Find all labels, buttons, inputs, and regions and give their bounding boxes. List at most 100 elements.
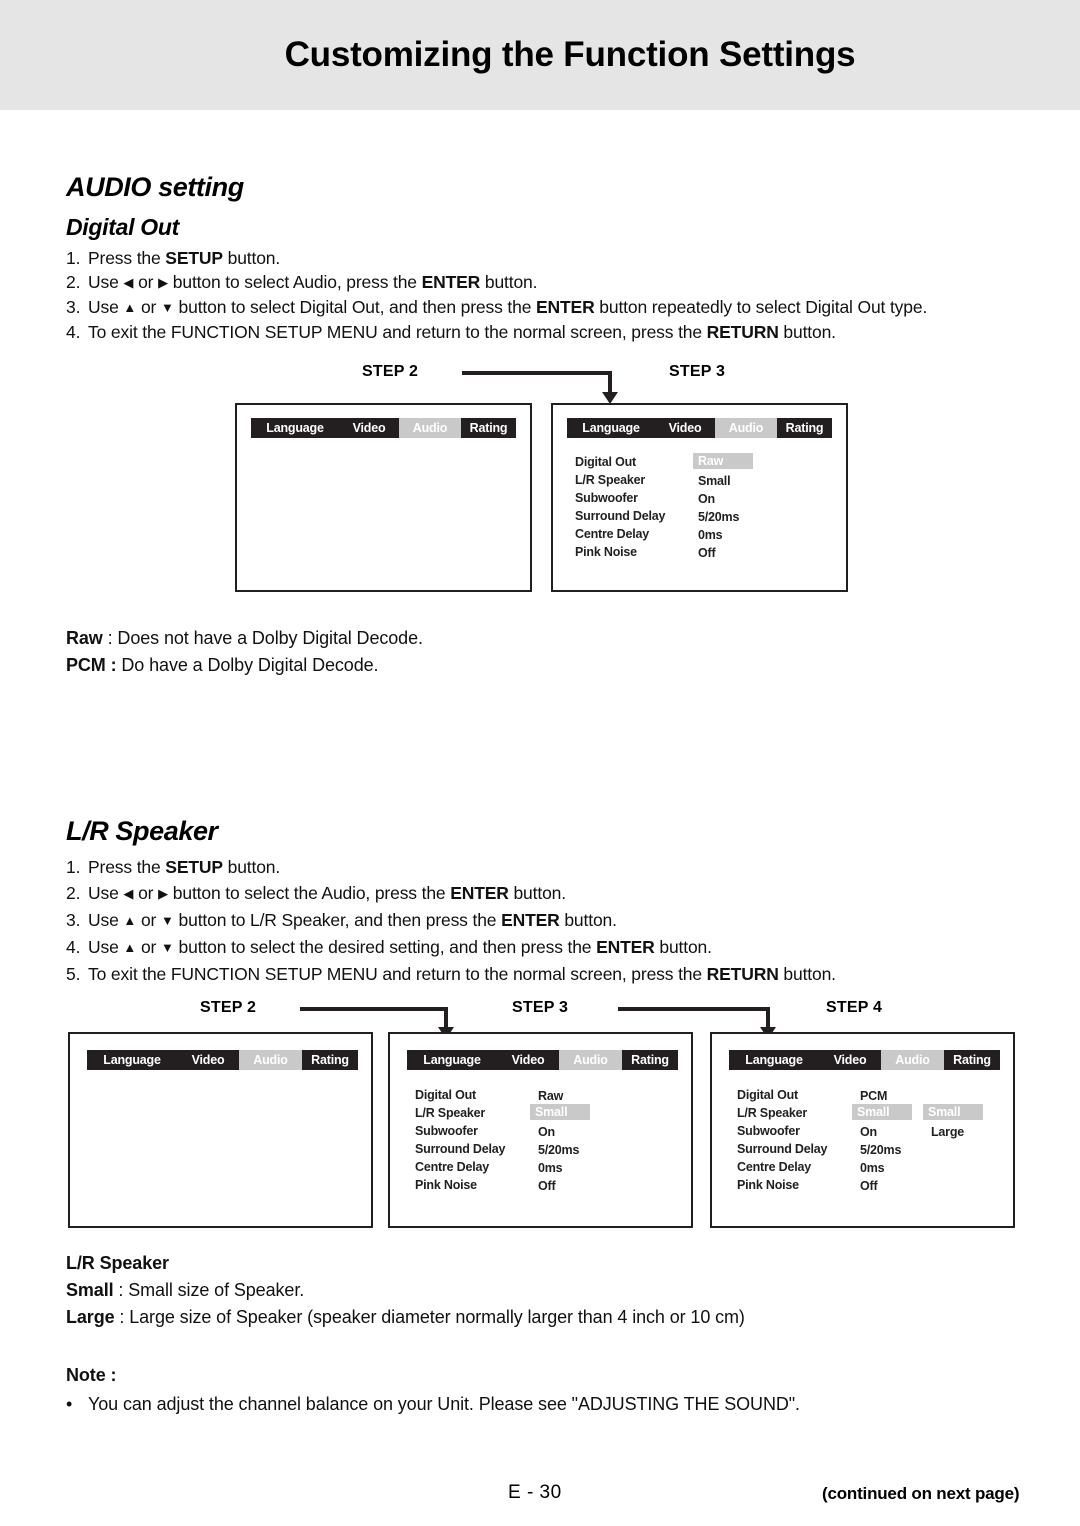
step-line: 3. Use ▲ or ▼ button to L/R Speaker, and … (66, 907, 1046, 934)
definition-separator: : (113, 1280, 129, 1300)
osd-setting-row[interactable]: Surround Delay 5/20ms (737, 1142, 1007, 1160)
step-text: Use (88, 883, 124, 903)
osd-tab-video[interactable]: Video (339, 418, 399, 438)
osd-setting-value[interactable]: Off (855, 1178, 883, 1194)
osd-setting-row[interactable]: Pink Noise Off (415, 1178, 680, 1196)
osd-setting-value-option[interactable]: Small (923, 1104, 983, 1120)
step-line: 1. Press the SETUP button. (66, 854, 1046, 880)
osd-setting-row[interactable]: L/R Speaker Small (415, 1104, 680, 1124)
definition-text: Large size of Speaker (speaker diameter … (129, 1307, 745, 1327)
osd-setting-row[interactable]: Centre Delay 0ms (415, 1160, 680, 1178)
osd-setting-value[interactable]: 5/20ms (533, 1142, 585, 1158)
step-number: 4. (66, 937, 81, 957)
osd-tab-audio[interactable]: Audio (239, 1050, 302, 1070)
step-text-or: or (133, 883, 159, 903)
osd-tab-audio[interactable]: Audio (399, 418, 461, 438)
osd-setting-row[interactable]: Digital Out Raw (575, 453, 835, 473)
osd-setting-value-option[interactable]: Large (926, 1124, 970, 1140)
lr-speaker-definitions: L/R Speaker Small : Small size of Speake… (66, 1250, 745, 1331)
lr-speaker-step-list: 1. Press the SETUP button. 2. Use ◀ or ▶ b… (66, 854, 1046, 987)
osd-setting-row[interactable]: Subwoofer On (415, 1124, 680, 1142)
step-number: 4. (66, 322, 81, 342)
osd-setting-row[interactable]: Surround Delay 5/20ms (575, 509, 835, 527)
osd-setting-value[interactable]: 0ms (693, 527, 728, 543)
osd-tab-video[interactable]: Video (819, 1050, 881, 1070)
osd-setting-label: Surround Delay (575, 509, 666, 523)
osd-tab-language[interactable]: Language (729, 1050, 819, 1070)
step-text: To exit the FUNCTION SETUP MENU and retu… (88, 322, 707, 342)
osd-tab-rating[interactable]: Rating (622, 1050, 678, 1070)
definition-term: Small (66, 1280, 114, 1300)
osd-tab-language[interactable]: Language (407, 1050, 497, 1070)
definition-line: PCM : Do have a Dolby Digital Decode. (66, 652, 423, 679)
digital-out-definitions: Raw : Does not have a Dolby Digital Deco… (66, 625, 423, 679)
osd-menubar: Language Video Audio Rating (567, 418, 832, 438)
osd-setting-row[interactable]: Pink Noise Off (575, 545, 835, 563)
step-number: 3. (66, 297, 81, 317)
step-number: 1. (66, 857, 81, 877)
osd-screen-step3: Language Video Audio Rating Digital Out … (551, 403, 848, 592)
osd-tab-audio[interactable]: Audio (559, 1050, 622, 1070)
osd-setting-value[interactable]: On (693, 491, 721, 507)
step-text-tail: button. (778, 964, 836, 984)
osd-setting-value[interactable]: 0ms (533, 1160, 568, 1176)
osd-setting-row[interactable]: Centre Delay 0ms (737, 1160, 1007, 1178)
osd-setting-value[interactable]: On (855, 1124, 883, 1140)
osd-setting-label: Centre Delay (415, 1160, 490, 1174)
osd-tab-audio[interactable]: Audio (715, 418, 777, 438)
step-line: 5. To exit the FUNCTION SETUP MENU and re… (66, 961, 1046, 987)
definition-term: Large (66, 1307, 115, 1327)
osd-setting-value[interactable]: 5/20ms (693, 509, 745, 525)
definition-text: Does not have a Dolby Digital Decode. (117, 628, 423, 648)
step-label-3: STEP 3 (669, 363, 726, 380)
osd-tab-rating[interactable]: Rating (461, 418, 516, 438)
osd-setting-row[interactable]: Centre Delay 0ms (575, 527, 835, 545)
osd-setting-label: Subwoofer (415, 1124, 478, 1138)
osd-screen-step2: Language Video Audio Rating (235, 403, 532, 592)
definition-text: Do have a Dolby Digital Decode. (121, 655, 379, 675)
osd-setting-row[interactable]: Subwoofer On Large (737, 1124, 1007, 1142)
osd-setting-value[interactable]: Off (693, 545, 721, 561)
osd-tab-rating[interactable]: Rating (944, 1050, 1000, 1070)
osd-tab-language[interactable]: Language (87, 1050, 177, 1070)
osd-setting-value[interactable]: On (533, 1124, 561, 1140)
note-text: You can adjust the channel balance on yo… (88, 1394, 800, 1414)
osd-screen-step3: Language Video Audio Rating Digital Out … (388, 1032, 693, 1228)
osd-setting-value[interactable]: Small (693, 473, 736, 489)
osd-menubar: Language Video Audio Rating (729, 1050, 1000, 1070)
step-label-3: STEP 3 (512, 999, 569, 1016)
definitions-heading: L/R Speaker (66, 1250, 745, 1277)
osd-setting-value[interactable]: Raw (693, 453, 753, 469)
osd-settings-list: Digital Out Raw L/R Speaker Small Subwoo… (415, 1088, 680, 1196)
osd-tab-rating[interactable]: Rating (302, 1050, 358, 1070)
up-arrow-icon: ▲ (123, 940, 137, 955)
osd-setting-row[interactable]: L/R Speaker Small Small (737, 1104, 1007, 1124)
bullet-icon: • (66, 1394, 73, 1414)
osd-setting-value[interactable]: 0ms (855, 1160, 890, 1176)
osd-setting-row[interactable]: Surround Delay 5/20ms (415, 1142, 680, 1160)
osd-tab-video[interactable]: Video (177, 1050, 239, 1070)
left-arrow-icon: ◀ (123, 275, 134, 290)
osd-tab-video[interactable]: Video (497, 1050, 559, 1070)
osd-menubar: Language Video Audio Rating (407, 1050, 678, 1070)
osd-setting-value[interactable]: 5/20ms (855, 1142, 907, 1158)
osd-setting-value[interactable]: PCM (855, 1088, 893, 1104)
osd-tab-language[interactable]: Language (567, 418, 655, 438)
osd-setting-value[interactable]: Small (852, 1104, 912, 1120)
osd-setting-row[interactable]: Pink Noise Off (737, 1178, 1007, 1196)
osd-tab-video[interactable]: Video (655, 418, 715, 438)
osd-setting-value[interactable]: Small (530, 1104, 590, 1120)
osd-setting-row[interactable]: Subwoofer On (575, 491, 835, 509)
step-bold-key: ENTER (501, 910, 560, 930)
osd-tab-audio[interactable]: Audio (881, 1050, 944, 1070)
osd-setting-row[interactable]: L/R Speaker Small (575, 473, 835, 491)
step-text: To exit the FUNCTION SETUP MENU and retu… (88, 964, 707, 984)
step-bold-key: SETUP (165, 857, 223, 877)
step-bold-key: ENTER (596, 937, 655, 957)
osd-tab-rating[interactable]: Rating (777, 418, 832, 438)
definition-line: Small : Small size of Speaker. (66, 1277, 745, 1304)
osd-tab-language[interactable]: Language (251, 418, 339, 438)
osd-setting-value[interactable]: Off (533, 1178, 561, 1194)
lr-speaker-heading: L/R Speaker (66, 816, 218, 846)
osd-setting-value[interactable]: Raw (533, 1088, 569, 1104)
